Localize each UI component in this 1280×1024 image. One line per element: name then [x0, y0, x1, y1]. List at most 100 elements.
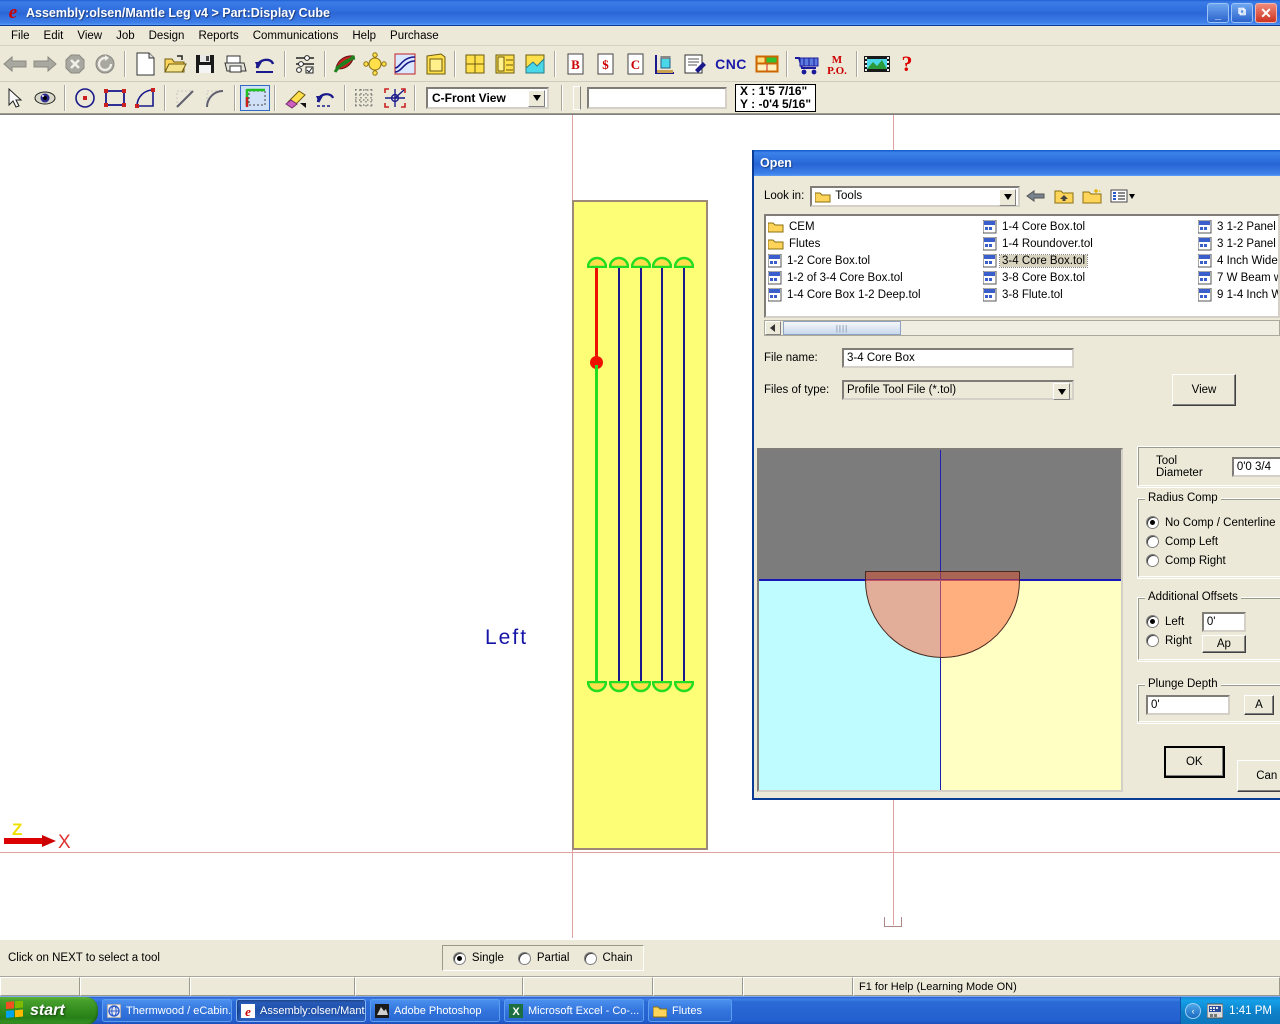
- new-folder-icon[interactable]: [1080, 185, 1104, 207]
- files-of-type-select[interactable]: Profile Tool File (*.tol): [842, 380, 1074, 400]
- menu-help[interactable]: Help: [345, 28, 383, 44]
- list-item[interactable]: CEM: [768, 218, 983, 235]
- nesting-icon[interactable]: [752, 49, 782, 79]
- rectangle-tool-icon[interactable]: [100, 85, 130, 111]
- hardware-icon[interactable]: [360, 49, 390, 79]
- scroll-thumb[interactable]: ||||: [783, 321, 901, 335]
- taskbar-item-excel[interactable]: X Microsoft Excel - Co-...: [504, 999, 644, 1022]
- forward-arrow-icon[interactable]: [30, 49, 60, 79]
- flute-path-4[interactable]: [661, 263, 663, 688]
- command-input[interactable]: [587, 86, 727, 109]
- line-tool-icon[interactable]: [170, 85, 200, 111]
- doors-icon[interactable]: [420, 49, 450, 79]
- stop-icon[interactable]: [60, 49, 90, 79]
- undo-draw-icon[interactable]: [310, 85, 340, 111]
- open-dialog[interactable]: Open Look in: Tools CEM Flutes 1-2 Core …: [752, 150, 1280, 800]
- pan-eye-icon[interactable]: [30, 85, 60, 111]
- list-item[interactable]: 1-2 of 3-4 Core Box.tol: [768, 269, 983, 286]
- radio-mode-single[interactable]: Single: [452, 949, 504, 968]
- flute-path-selected-upper[interactable]: [595, 263, 598, 360]
- scroll-left-icon[interactable]: [765, 321, 781, 335]
- open-folder-icon[interactable]: [160, 49, 190, 79]
- pricing-icon[interactable]: $: [590, 49, 620, 79]
- flute-path-selected-lower[interactable]: [595, 365, 598, 687]
- chevron-down-icon[interactable]: [528, 89, 545, 107]
- snap-tool-icon[interactable]: [380, 85, 410, 111]
- menu-communications[interactable]: Communications: [246, 28, 346, 44]
- taskbar-item-assembly[interactable]: e Assembly:olsen/Mantl...: [236, 999, 366, 1022]
- radio-offset-right[interactable]: Right: [1146, 631, 1192, 650]
- look-in-select[interactable]: Tools: [810, 185, 1021, 207]
- up-folder-icon[interactable]: [1052, 185, 1076, 207]
- list-item[interactable]: Flutes: [768, 235, 983, 252]
- taskbar-item-flutes[interactable]: Flutes: [648, 999, 732, 1022]
- start-button[interactable]: start: [0, 996, 98, 1024]
- refresh-icon[interactable]: [90, 49, 120, 79]
- cabinets-icon[interactable]: [460, 49, 490, 79]
- circle-tool-icon[interactable]: [70, 85, 100, 111]
- chevron-down-icon[interactable]: [999, 188, 1017, 206]
- bom-report-icon[interactable]: B: [560, 49, 590, 79]
- tool-diameter-input[interactable]: 0'0 3/4: [1231, 457, 1280, 477]
- flute-path-5[interactable]: [683, 263, 685, 688]
- apply-plunge-button[interactable]: A: [1244, 695, 1274, 715]
- media-icon[interactable]: [862, 49, 892, 79]
- file-name-input[interactable]: 3-4 Core Box: [842, 348, 1074, 368]
- radio-offset-left[interactable]: Left: [1146, 612, 1192, 631]
- taskbar-item-photoshop[interactable]: Adobe Photoshop: [370, 999, 500, 1022]
- apply-offset-button[interactable]: Ap: [1201, 635, 1246, 653]
- materials-icon[interactable]: [330, 49, 360, 79]
- profile-icon[interactable]: [390, 49, 420, 79]
- list-item[interactable]: 1-4 Core Box 1-2 Deep.tol: [768, 286, 983, 303]
- help-icon[interactable]: ?: [892, 49, 922, 79]
- tray-expand-icon[interactable]: ‹: [1185, 1002, 1202, 1019]
- arc-tool-icon[interactable]: [130, 85, 160, 111]
- restore-button[interactable]: ⧉: [1231, 2, 1253, 23]
- menu-edit[interactable]: Edit: [37, 28, 71, 44]
- radio-mode-partial[interactable]: Partial: [517, 949, 570, 968]
- flute-path-2[interactable]: [618, 263, 620, 688]
- print-icon[interactable]: [220, 49, 250, 79]
- menu-view[interactable]: View: [70, 28, 109, 44]
- menu-file[interactable]: File: [4, 28, 37, 44]
- plunge-depth-input[interactable]: 0': [1146, 695, 1230, 715]
- eraser-tool-icon[interactable]: [280, 85, 310, 111]
- taskbar-item-thermwood[interactable]: Thermwood / eCabin...: [102, 999, 232, 1022]
- grid-tool-icon[interactable]: [350, 85, 380, 111]
- views-icon[interactable]: [1108, 185, 1138, 207]
- back-arrow-icon[interactable]: [0, 49, 30, 79]
- edit-drawing-icon[interactable]: [680, 49, 710, 79]
- fillet-tool-icon[interactable]: [200, 85, 230, 111]
- options-icon[interactable]: [290, 49, 320, 79]
- ok-button[interactable]: OK: [1164, 746, 1225, 778]
- additional-offset-input[interactable]: 0': [1201, 612, 1246, 632]
- menu-design[interactable]: Design: [142, 28, 192, 44]
- cutlist-icon[interactable]: C: [620, 49, 650, 79]
- minimize-button[interactable]: _: [1207, 2, 1229, 23]
- radio-comp-left[interactable]: Comp Left: [1146, 532, 1280, 551]
- menu-purchase[interactable]: Purchase: [383, 28, 446, 44]
- radio-comp-right[interactable]: Comp Right: [1146, 551, 1280, 570]
- flute-path-3[interactable]: [640, 263, 642, 688]
- purchase-order-icon[interactable]: M P.O.: [822, 49, 852, 79]
- view-select[interactable]: C-Front View: [426, 86, 549, 109]
- cnc-icon[interactable]: CNC: [710, 49, 752, 79]
- select-arrow-icon[interactable]: [0, 85, 30, 111]
- drawers-icon[interactable]: [490, 49, 520, 79]
- cancel-button[interactable]: Can: [1236, 760, 1280, 792]
- undo-icon[interactable]: [250, 49, 280, 79]
- radio-mode-chain[interactable]: Chain: [583, 949, 633, 968]
- menu-job[interactable]: Job: [109, 28, 142, 44]
- shopping-cart-icon[interactable]: [792, 49, 822, 79]
- save-disk-icon[interactable]: [190, 49, 220, 79]
- origin-tool-icon[interactable]: [240, 84, 270, 111]
- machine-setup-icon[interactable]: [650, 49, 680, 79]
- panels-icon[interactable]: [520, 49, 550, 79]
- chevron-down-icon[interactable]: [1053, 383, 1070, 400]
- radio-no-comp-centerline[interactable]: No Comp / Centerline: [1146, 513, 1280, 532]
- new-document-icon[interactable]: [130, 49, 160, 79]
- close-button[interactable]: ✕: [1255, 2, 1277, 23]
- back-nav-icon[interactable]: [1024, 185, 1048, 207]
- network-icon[interactable]: [1207, 1003, 1224, 1019]
- command-grip[interactable]: [573, 85, 581, 110]
